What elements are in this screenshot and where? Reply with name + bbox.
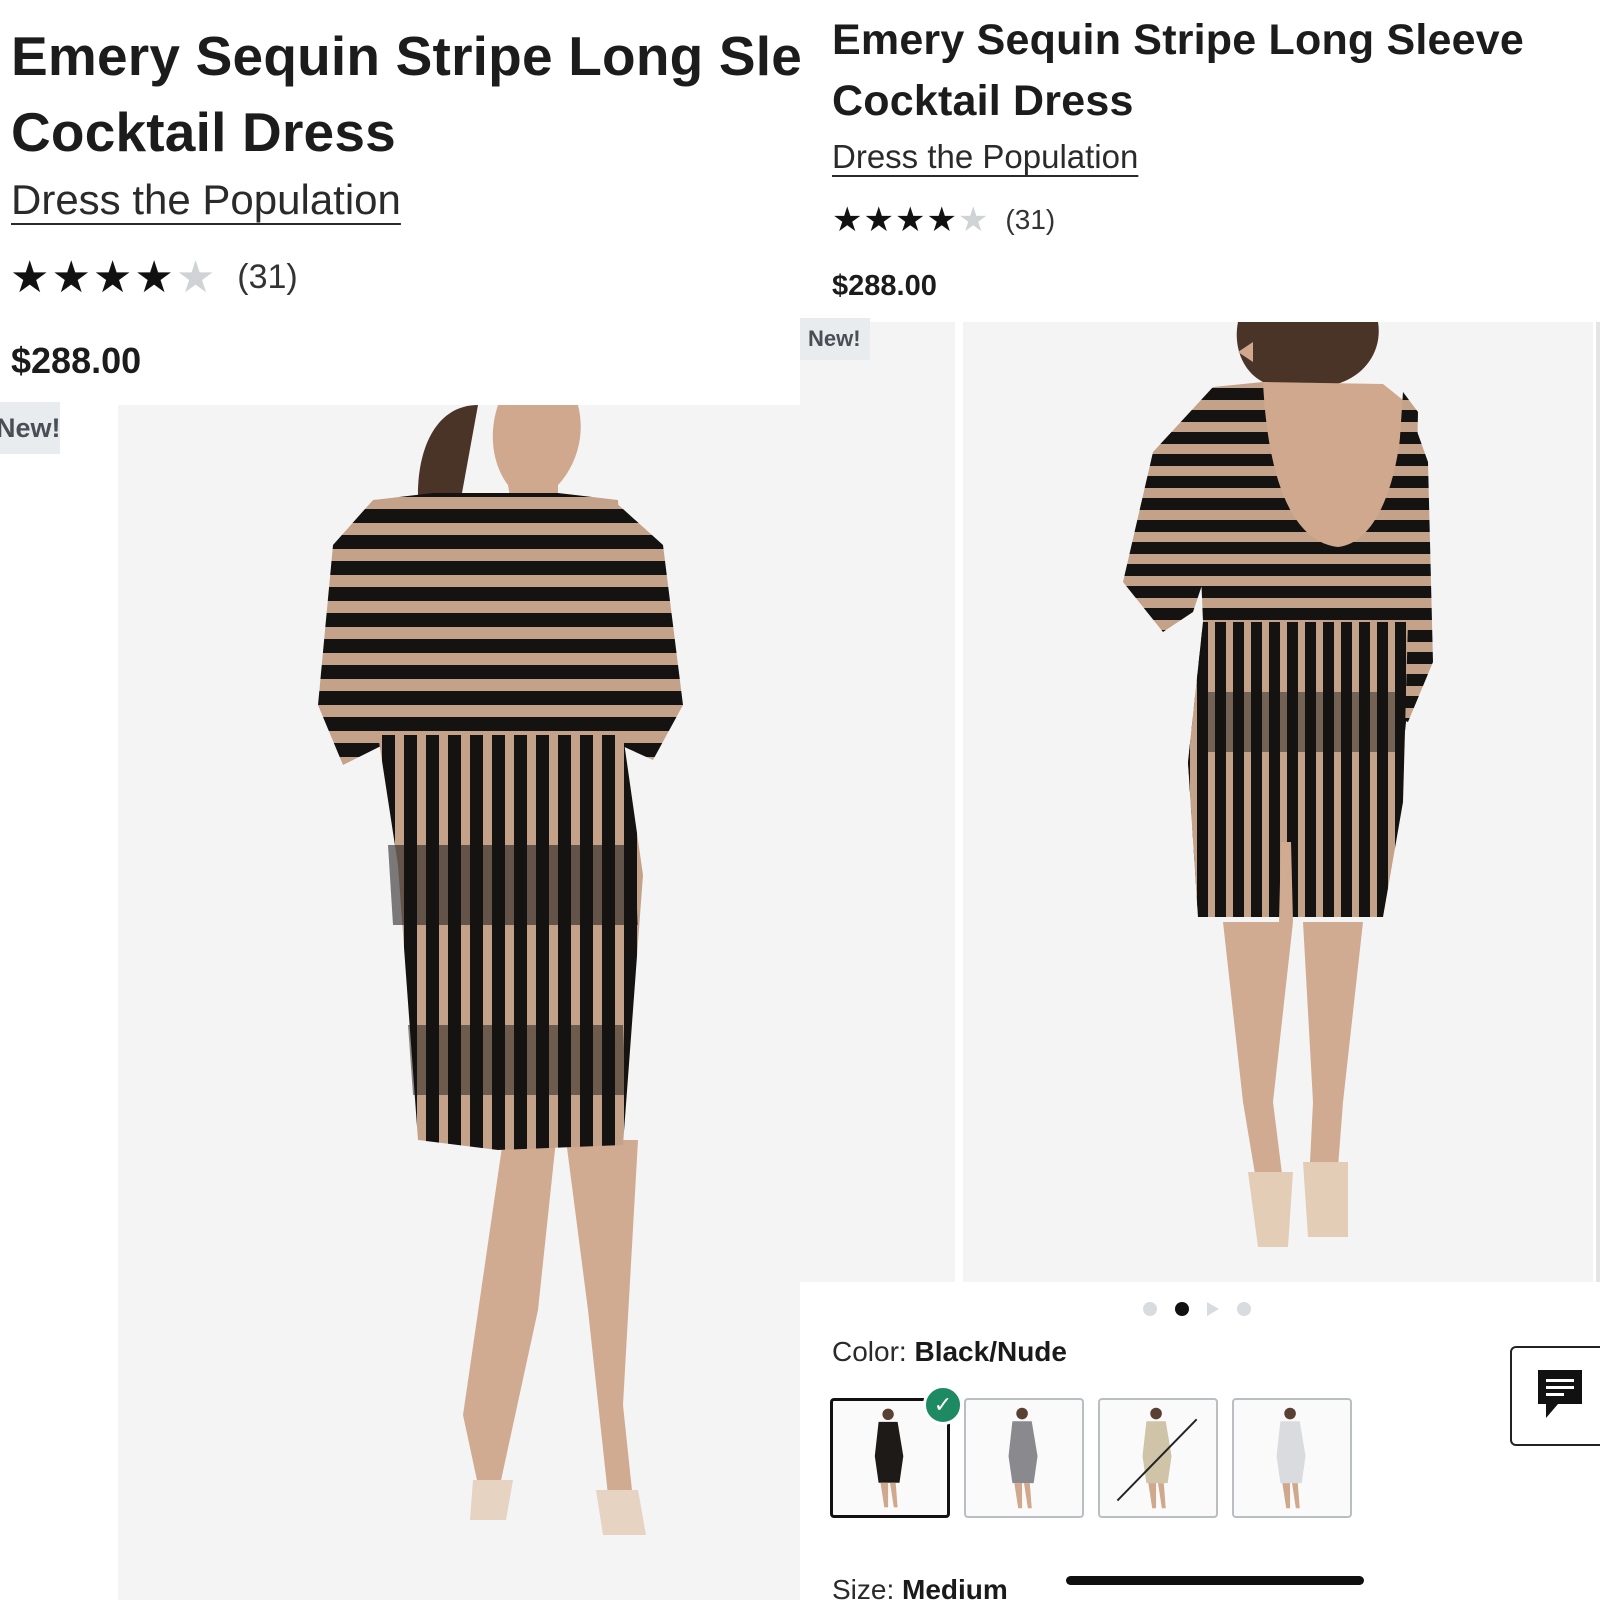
swatch-dress-thumbnail xyxy=(1276,1407,1306,1509)
review-count[interactable]: (31) xyxy=(237,258,297,297)
swatch-dress-thumbnail xyxy=(1008,1407,1038,1509)
star-filled-icon: ★ xyxy=(926,201,957,239)
product-title: Emery Sequin Stripe Long Sleeve Cocktail… xyxy=(832,16,1525,125)
swatch-black-nude[interactable]: ✓ xyxy=(830,1385,963,1518)
swatch-gold-unavailable[interactable] xyxy=(1098,1398,1218,1518)
selected-check-icon: ✓ xyxy=(923,1385,963,1425)
brand-link[interactable]: Dress the Population xyxy=(11,176,401,224)
swatch-silver[interactable] xyxy=(964,1398,1084,1518)
review-count[interactable]: (31) xyxy=(1005,204,1055,236)
star-filled-icon: ★ xyxy=(832,201,863,239)
color-label: Color: xyxy=(832,1336,907,1367)
size-selection: Size: Medium xyxy=(832,1574,1008,1600)
product-image-back[interactable] xyxy=(963,322,1593,1282)
carousel-pagination[interactable] xyxy=(1143,1302,1251,1316)
new-badge: New! xyxy=(0,402,61,454)
star-empty-icon: ★ xyxy=(957,201,989,239)
play-video-icon[interactable] xyxy=(1207,1302,1219,1316)
product-price: $288.00 xyxy=(832,270,937,302)
carousel-dot[interactable] xyxy=(1237,1302,1251,1316)
rating-row[interactable]: ★ ★ ★ ★ ★ (31) xyxy=(832,200,1055,240)
chat-icon xyxy=(1538,1370,1582,1418)
left-product-screenshot: Emery Sequin Stripe Long Sleeve Cocktail… xyxy=(0,0,800,1600)
star-filled-icon: ★ xyxy=(92,253,133,302)
new-badge: New! xyxy=(800,318,870,360)
swatch-dress-thumbnail xyxy=(1116,1407,1198,1509)
model-front-illustration xyxy=(318,405,683,1535)
color-swatches: ✓ xyxy=(830,1385,1352,1518)
star-filled-icon: ★ xyxy=(894,201,926,239)
brand-link[interactable]: Dress the Population xyxy=(832,138,1138,176)
product-price: $288.00 xyxy=(11,340,142,381)
star-filled-icon: ★ xyxy=(134,253,174,302)
star-filled-icon: ★ xyxy=(51,253,91,302)
carousel-dot[interactable] xyxy=(1143,1302,1157,1316)
selected-color: Black/Nude xyxy=(914,1336,1067,1367)
product-image-front[interactable] xyxy=(118,405,800,1600)
selected-size: Medium xyxy=(902,1574,1008,1600)
carousel-dot-active[interactable] xyxy=(1175,1302,1189,1316)
model-back-illustration xyxy=(1123,322,1433,1247)
size-label: Size: xyxy=(832,1574,895,1600)
product-image-previous[interactable] xyxy=(800,322,955,1282)
star-filled-icon: ★ xyxy=(10,253,50,302)
home-indicator xyxy=(1066,1576,1364,1585)
chat-button[interactable] xyxy=(1510,1346,1600,1446)
product-image-next[interactable] xyxy=(1596,322,1600,1282)
star-filled-icon: ★ xyxy=(863,201,894,239)
star-empty-icon: ★ xyxy=(175,253,216,302)
right-product-screenshot: Emery Sequin Stripe Long Sleeve Cocktail… xyxy=(800,0,1600,1600)
swatch-white[interactable] xyxy=(1232,1398,1352,1518)
product-title: Emery Sequin Stripe Long Sleeve Cocktail… xyxy=(11,25,800,163)
rating-row[interactable]: ★ ★ ★ ★ ★ (31) xyxy=(10,252,298,303)
color-selection: Color: Black/Nude xyxy=(832,1336,1067,1368)
